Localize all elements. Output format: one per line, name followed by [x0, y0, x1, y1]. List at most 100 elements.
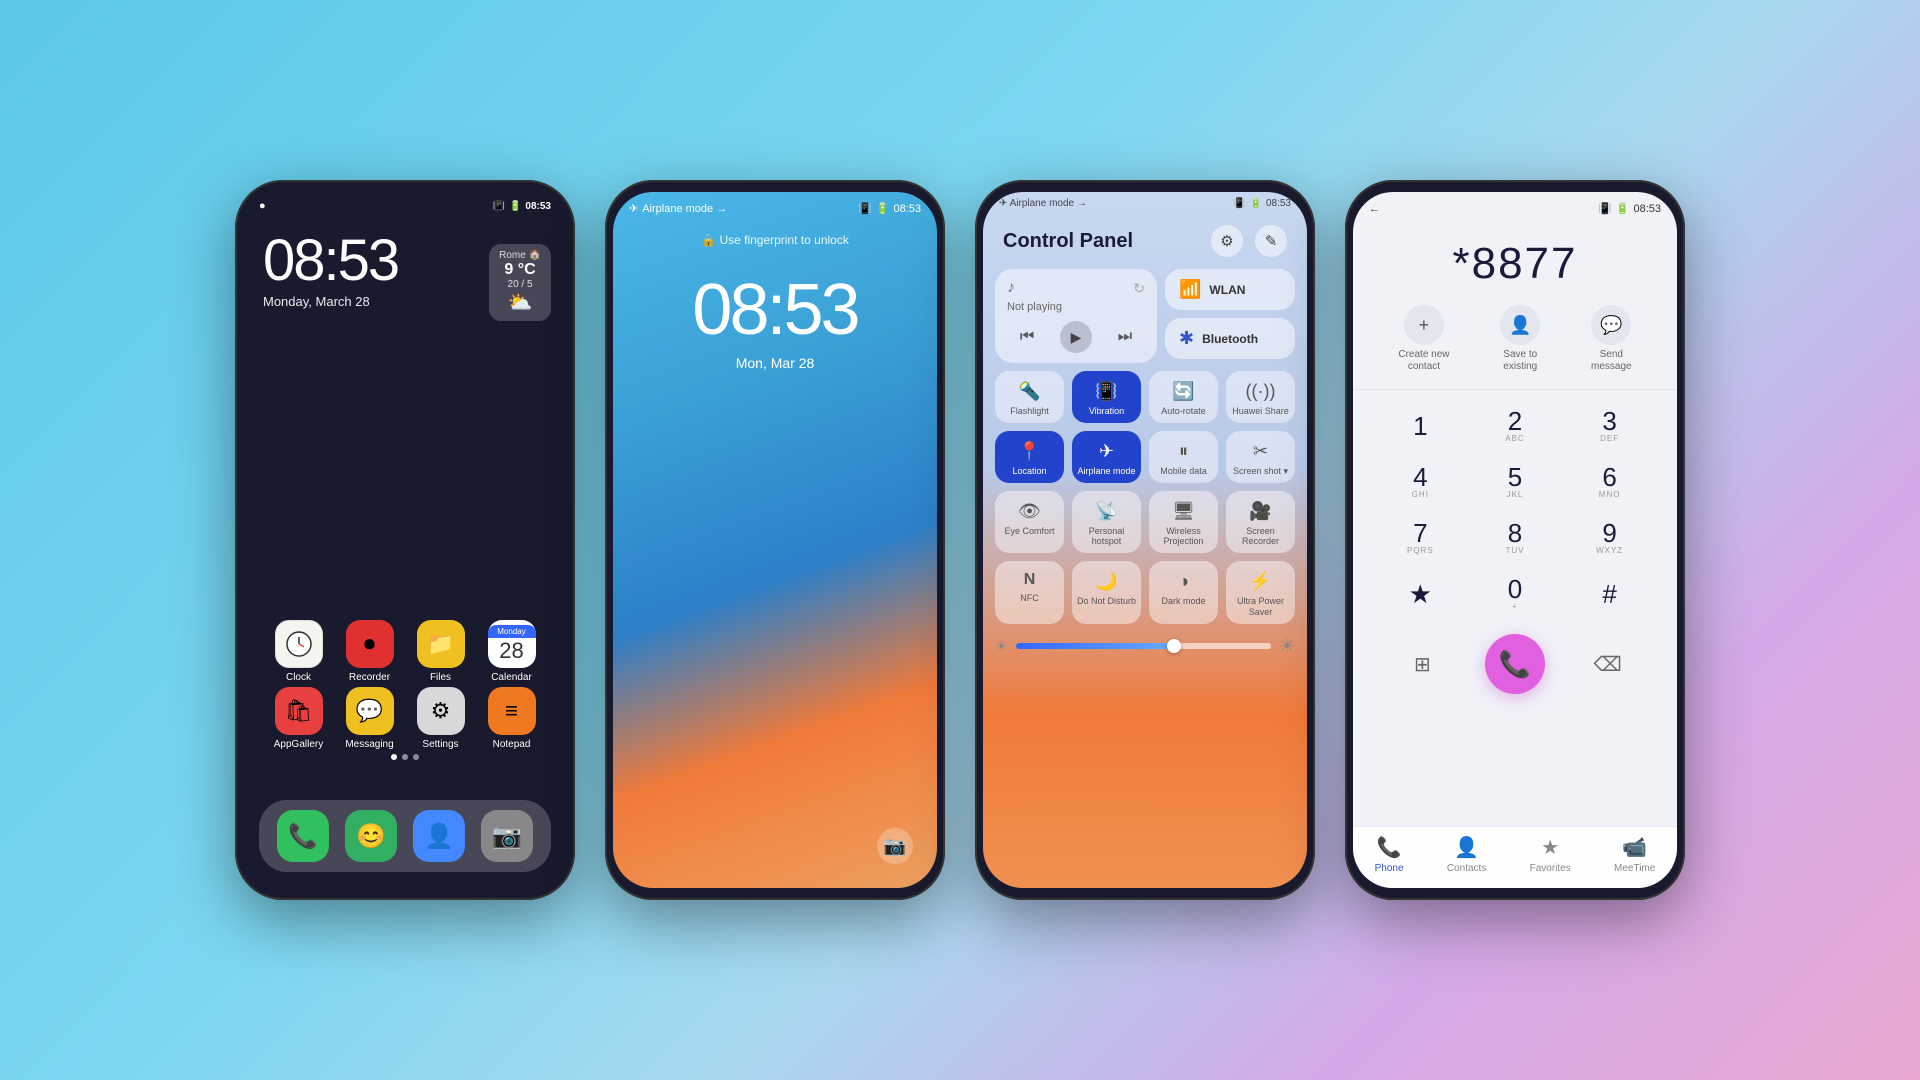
dock-contacts[interactable]: 👤: [413, 810, 465, 862]
key-4[interactable]: 4 GHI: [1384, 456, 1456, 508]
cp-toggle-grid-4: N NFC 🌙 Do Not Disturb ◑ Dark mode ⚡ Ult…: [995, 561, 1295, 624]
toggle-location[interactable]: 📍 Location: [995, 431, 1064, 483]
weather-badge: Rome 🏠 9 °C 20 / 5 ⛅: [489, 244, 551, 321]
key-5[interactable]: 5 JKL: [1479, 456, 1551, 508]
toggle-flashlight[interactable]: 🔦 Flashlight: [995, 371, 1064, 423]
key-6[interactable]: 6 MNO: [1574, 456, 1646, 508]
nav-meetme-icon: 📹: [1622, 835, 1647, 860]
nav-phone[interactable]: 📞 Phone: [1375, 835, 1404, 874]
toggle-screen-recorder[interactable]: 🎥 Screen Recorder: [1226, 491, 1295, 554]
eye-comfort-label: Eye Comfort: [1004, 526, 1054, 537]
wlan-button[interactable]: 📶 WLAN: [1165, 269, 1295, 310]
create-contact-button[interactable]: + Create newcontact: [1398, 305, 1449, 373]
status-time-home: 08:53: [525, 201, 551, 212]
play-button[interactable]: ▶: [1060, 321, 1092, 353]
key-9[interactable]: 9 WXYZ: [1574, 512, 1646, 564]
key-star[interactable]: ★: [1384, 568, 1456, 620]
app-files[interactable]: 📁 Files: [409, 620, 473, 683]
toggle-nfc[interactable]: N NFC: [995, 561, 1064, 624]
grid-button[interactable]: ⊞: [1386, 638, 1458, 690]
toggle-autorotate[interactable]: 🔄 Auto-rotate: [1149, 371, 1218, 423]
key-7[interactable]: 7 PQRS: [1384, 512, 1456, 564]
notepad-icon: ≡: [488, 687, 536, 735]
nav-favorites[interactable]: ★ Favorites: [1530, 835, 1571, 874]
nav-meetme[interactable]: 📹 MeeTime: [1614, 835, 1655, 874]
bluetooth-button[interactable]: ✱ Bluetooth: [1165, 318, 1295, 359]
screenshot-icon: ✂: [1253, 441, 1268, 462]
home-screen: ● 📳 🔋 08:53 08:53 Monday, March 28 Rome …: [243, 192, 567, 888]
next-button[interactable]: ⏭: [1118, 328, 1132, 346]
cp-status-time: 08:53: [1266, 198, 1291, 209]
toggle-airplane[interactable]: ✈ Airplane mode: [1072, 431, 1141, 483]
nav-contacts[interactable]: 👤 Contacts: [1447, 835, 1486, 874]
key-1[interactable]: 1: [1384, 400, 1456, 452]
delete-button[interactable]: ⌫: [1572, 638, 1644, 690]
cp-settings-button[interactable]: ⚙: [1211, 225, 1243, 257]
weather-location: Rome 🏠: [499, 250, 541, 261]
status-dot: ●: [259, 200, 266, 212]
app-grid: Clock ⏺ Recorder 📁 Files Monday 28 Calen…: [243, 620, 567, 768]
airplane-mode-label: Airplane mode: [1077, 466, 1135, 477]
toggle-mobile-data[interactable]: ⏸ Mobile data: [1149, 431, 1218, 483]
messaging-icon: 💬: [346, 687, 394, 735]
lock-camera-button[interactable]: 📷: [877, 828, 913, 864]
phone-home: ● 📳 🔋 08:53 08:53 Monday, March 28 Rome …: [235, 180, 575, 900]
cp-top-row: ♪ ↻ Not playing ⏮ ▶ ⏭ 📶 WLAN: [995, 269, 1295, 363]
toggle-hotspot[interactable]: 📡 Personal hotspot: [1072, 491, 1141, 554]
toggle-vibration[interactable]: 📳 Vibration: [1072, 371, 1141, 423]
dock-phone[interactable]: 📞: [277, 810, 329, 862]
key-0[interactable]: 0 +: [1479, 568, 1551, 620]
toggle-huawei-share[interactable]: ((·)) Huawei Share: [1226, 371, 1295, 423]
page-dots: [263, 754, 547, 760]
key-2-sub: ABC: [1505, 434, 1524, 444]
app-clock[interactable]: Clock: [267, 620, 331, 683]
toggle-dnd[interactable]: 🌙 Do Not Disturb: [1072, 561, 1141, 624]
key-hash[interactable]: #: [1574, 568, 1646, 620]
app-notepad[interactable]: ≡ Notepad: [480, 687, 544, 750]
key-8[interactable]: 8 TUV: [1479, 512, 1551, 564]
app-calendar[interactable]: Monday 28 Calendar: [480, 620, 544, 683]
send-message-button[interactable]: 💬 Sendmessage: [1591, 305, 1632, 373]
app-settings[interactable]: ⚙ Settings: [409, 687, 473, 750]
screen-recorder-label: Screen Recorder: [1230, 526, 1291, 548]
toggle-eye-comfort[interactable]: 👁 Eye Comfort: [995, 491, 1064, 554]
key-0-sub: +: [1512, 602, 1518, 612]
lock-vibrate-icon: 📳: [858, 202, 872, 215]
dialer-vibrate-icon: 📳: [1598, 202, 1612, 215]
lock-time: 08:53: [893, 203, 921, 215]
nav-favorites-icon: ★: [1541, 835, 1559, 860]
cp-edit-button[interactable]: ✎: [1255, 225, 1287, 257]
toggle-wireless-proj[interactable]: 🖥 Wireless Projection: [1149, 491, 1218, 554]
app-appgallery[interactable]: 🛍 AppGallery: [267, 687, 331, 750]
key-3[interactable]: 3 DEF: [1574, 400, 1646, 452]
phone-dialer: ← 📳 🔋 08:53 *8877 + Create newcontact 👤 …: [1345, 180, 1685, 900]
app-row-1: Clock ⏺ Recorder 📁 Files Monday 28 Calen…: [263, 620, 547, 683]
save-existing-icon: 👤: [1500, 305, 1540, 345]
autorotate-label: Auto-rotate: [1161, 406, 1206, 417]
toggle-dark-mode[interactable]: ◑ Dark mode: [1149, 561, 1218, 624]
control-screen: ✈ Airplane mode → 📳 🔋 08:53 Control Pane…: [983, 192, 1307, 888]
brightness-slider[interactable]: [1016, 643, 1271, 649]
app-messaging[interactable]: 💬 Messaging: [338, 687, 402, 750]
key-1-num: 1: [1413, 413, 1427, 439]
call-button[interactable]: 📞: [1485, 634, 1545, 694]
dock-facetime[interactable]: 😊: [345, 810, 397, 862]
toggle-screenshot[interactable]: ✂ Screen shot ▾: [1226, 431, 1295, 483]
prev-button[interactable]: ⏮: [1020, 328, 1034, 346]
key-4-num: 4: [1413, 464, 1427, 490]
app-recorder[interactable]: ⏺ Recorder: [338, 620, 402, 683]
key-2[interactable]: 2 ABC: [1479, 400, 1551, 452]
cp-status-bar: ✈ Airplane mode → 📳 🔋 08:53: [983, 192, 1307, 209]
dot-2: [402, 754, 408, 760]
screen-recorder-icon: 🎥: [1249, 501, 1271, 522]
key-star-num: ★: [1409, 581, 1432, 607]
send-message-label: Sendmessage: [1591, 349, 1632, 373]
dialer-actions: + Create newcontact 👤 Save toexisting 💬 …: [1353, 301, 1677, 390]
toggle-ultra-power[interactable]: ⚡ Ultra Power Saver: [1226, 561, 1295, 624]
dock-camera[interactable]: 📷: [481, 810, 533, 862]
save-existing-button[interactable]: 👤 Save toexisting: [1500, 305, 1540, 373]
nav-contacts-icon: 👤: [1454, 835, 1479, 860]
refresh-icon: ↻: [1133, 280, 1145, 297]
cp-media-controls: ⏮ ▶ ⏭: [1007, 321, 1145, 353]
music-icon: ♪: [1007, 279, 1015, 297]
